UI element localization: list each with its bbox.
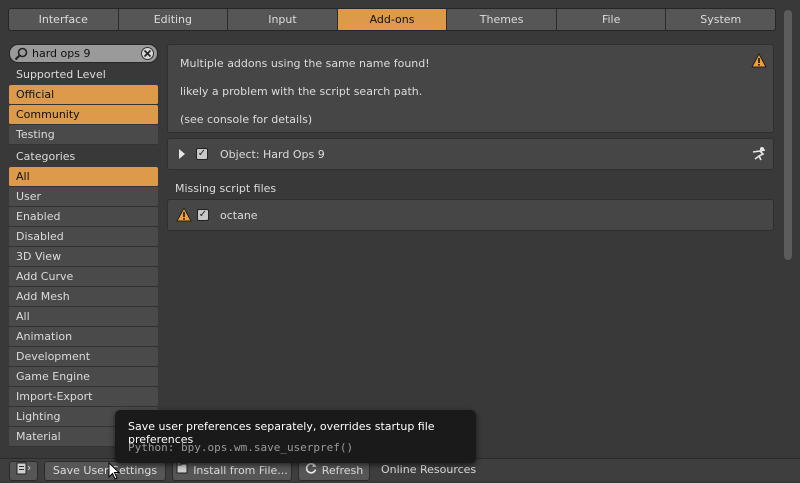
warning-line-1: Multiple addons using the same name foun… — [180, 57, 430, 70]
category-game-engine[interactable]: Game Engine — [9, 367, 158, 387]
tab-editing[interactable]: Editing — [118, 9, 229, 30]
warning-icon — [176, 206, 192, 225]
search-value: hard ops 9 — [32, 47, 91, 60]
search-input[interactable]: hard ops 9 — [9, 44, 158, 63]
category-development[interactable]: Development — [9, 347, 158, 367]
category-enabled[interactable]: Enabled — [9, 207, 158, 227]
warning-line-3: (see console for details) — [180, 113, 313, 126]
category-animation[interactable]: Animation — [9, 327, 158, 347]
addon-enable-checkbox[interactable]: ✓ — [196, 148, 208, 160]
categories-label: Categories — [16, 150, 76, 163]
missing-script-checkbox[interactable]: ✓ — [197, 209, 209, 221]
supported-level-label: Supported Level — [16, 68, 106, 81]
category-import-export[interactable]: Import-Export — [9, 387, 158, 407]
filter-community[interactable]: Community — [9, 105, 158, 125]
addons-sidebar: hard ops 9 Supported Level Official Comm… — [9, 44, 158, 447]
tooltip-python: Python: bpy.ops.wm.save_userpref() — [128, 441, 354, 454]
duplicate-warning-box: Multiple addons using the same name foun… — [167, 44, 774, 133]
tab-input[interactable]: Input — [228, 9, 338, 30]
scrollbar[interactable] — [784, 10, 792, 260]
save-user-settings-button[interactable]: Save User Settings — [44, 461, 166, 481]
tab-system[interactable]: System — [666, 9, 775, 30]
addons-main-panel: Multiple addons using the same name foun… — [167, 44, 774, 231]
refresh-icon — [305, 462, 317, 480]
missing-script-name: octane — [220, 209, 258, 222]
tab-file[interactable]: File — [556, 9, 667, 30]
close-icon[interactable] — [141, 47, 154, 63]
missing-script-row: ✓ octane — [167, 199, 774, 231]
category-3d-view[interactable]: 3D View — [9, 247, 158, 267]
refresh-button[interactable]: Refresh — [298, 461, 370, 481]
category-add-curve[interactable]: Add Curve — [9, 267, 158, 287]
warning-line-2: likely a problem with the script search … — [180, 85, 423, 98]
search-icon — [14, 47, 28, 64]
install-label: Install from File... — [193, 464, 288, 477]
category-user[interactable]: User — [9, 187, 158, 207]
addon-name: Object: Hard Ops 9 — [220, 148, 325, 161]
addon-row-hard-ops: ✓ Object: Hard Ops 9 — [167, 138, 774, 170]
refresh-label: Refresh — [321, 464, 364, 477]
expand-triangle-icon[interactable] — [179, 149, 185, 159]
tab-themes[interactable]: Themes — [447, 9, 557, 30]
filter-testing[interactable]: Testing — [9, 125, 158, 145]
clipboard-icon — [16, 462, 32, 478]
user-addon-icon — [751, 146, 767, 165]
warning-icon — [751, 52, 767, 71]
online-resources-link[interactable]: Online Resources — [381, 461, 476, 479]
filter-official[interactable]: Official — [9, 85, 158, 105]
missing-scripts-label: Missing script files — [175, 182, 277, 195]
category-all[interactable]: All — [9, 167, 158, 187]
tab-interface[interactable]: Interface — [9, 9, 119, 30]
editor-type-button[interactable] — [9, 461, 38, 481]
category-add-mesh[interactable]: Add Mesh — [9, 287, 158, 307]
category-all-2[interactable]: All — [9, 307, 158, 327]
install-from-file-button[interactable]: Install from File... — [172, 461, 292, 481]
tooltip: Save user preferences separately, overri… — [115, 410, 476, 463]
category-disabled[interactable]: Disabled — [9, 227, 158, 247]
tab-add-ons[interactable]: Add-ons — [337, 9, 448, 30]
file-icon — [176, 462, 188, 480]
preferences-tabs: Interface Editing Input Add-ons Themes F… — [8, 8, 776, 31]
